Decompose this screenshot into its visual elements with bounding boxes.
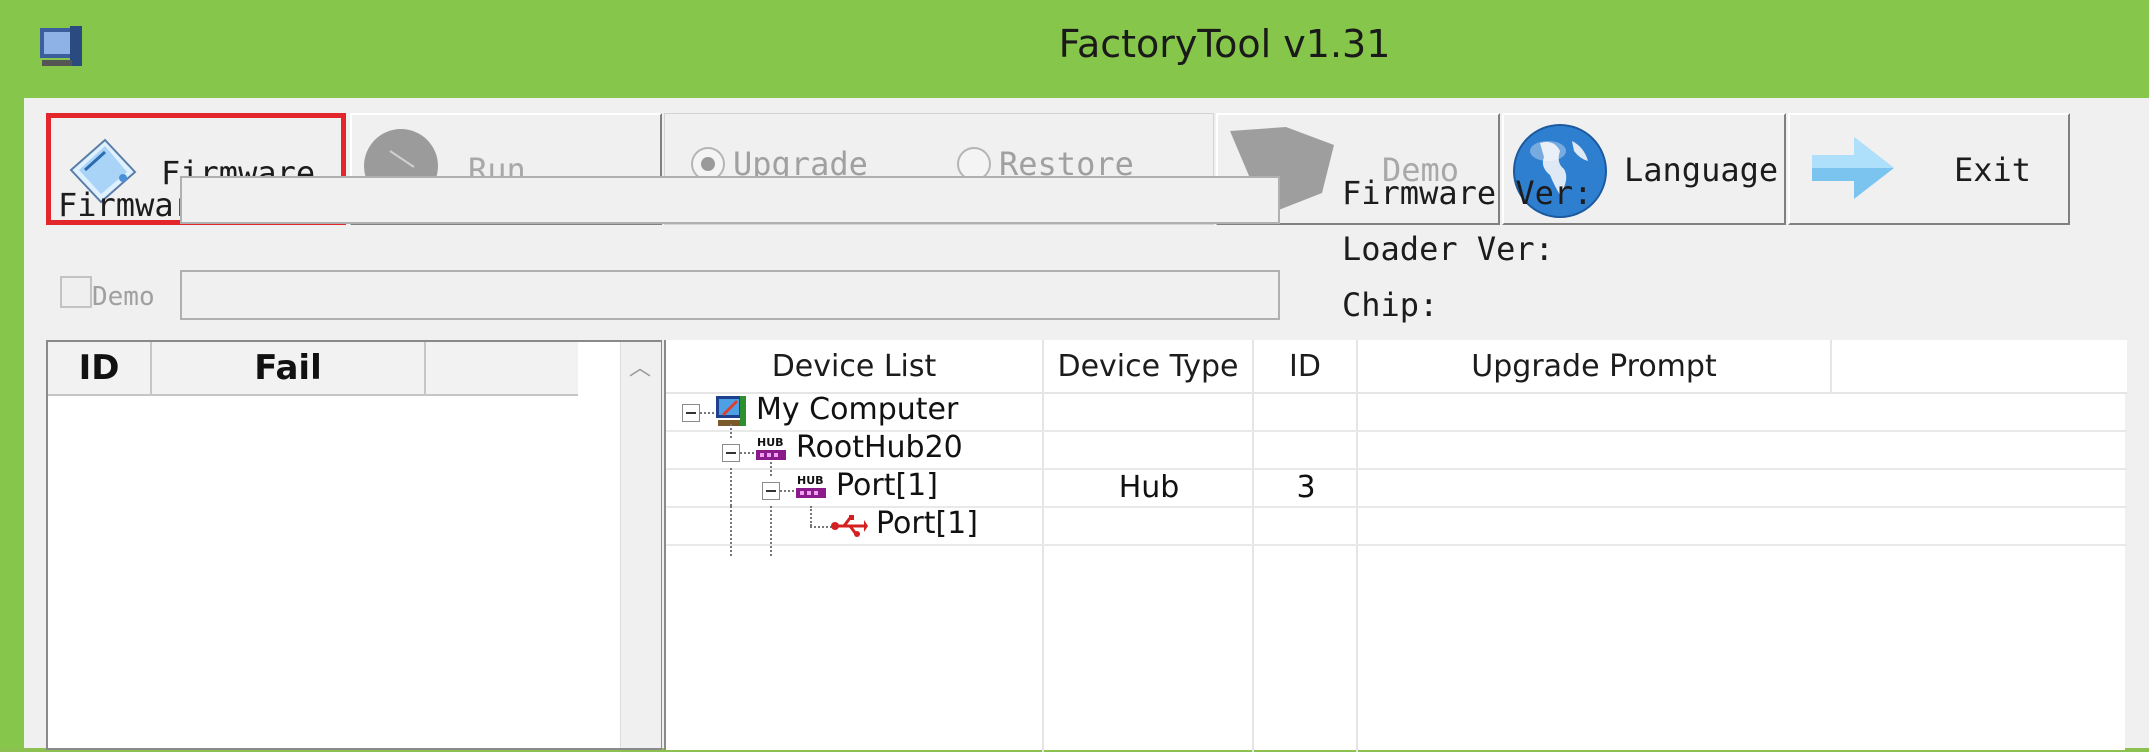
tree-connector bbox=[810, 506, 812, 526]
tree-connector bbox=[770, 462, 772, 476]
hub-icon: HUB bbox=[796, 474, 826, 498]
tree-connector bbox=[730, 468, 732, 506]
tree-connector bbox=[810, 526, 832, 528]
title-bar[interactable]: FactoryTool v1.31 bbox=[0, 0, 2149, 98]
fail-table-col-fail[interactable]: Fail bbox=[152, 342, 426, 394]
table-row[interactable]: HUB RootHub20 bbox=[666, 424, 2127, 470]
device-table-col-list[interactable]: Device List bbox=[666, 340, 1044, 392]
collapse-icon[interactable] bbox=[762, 482, 780, 500]
device-type: Hub bbox=[1118, 469, 1180, 505]
usb-icon bbox=[831, 515, 868, 537]
firmware-path-input[interactable] bbox=[180, 176, 1280, 224]
tree-connector bbox=[740, 452, 754, 454]
tree-connector bbox=[730, 424, 732, 438]
window-title: FactoryTool v1.31 bbox=[1058, 22, 1391, 66]
svg-text:HUB: HUB bbox=[757, 436, 784, 449]
device-table-header: Device List Device Type ID Upgrade Promp… bbox=[666, 340, 2127, 394]
hub-icon: HUB bbox=[756, 436, 786, 460]
app-window: FactoryTool v1.31 Firmware Run Upgrade R… bbox=[0, 0, 2149, 752]
chip-label: Chip: bbox=[1342, 286, 1439, 324]
collapse-icon[interactable] bbox=[682, 404, 700, 422]
exit-button[interactable]: Exit bbox=[1788, 113, 2070, 225]
device-id: 3 bbox=[1296, 469, 1316, 505]
firmware-path-label: Firmware bbox=[58, 186, 200, 224]
scroll-up-icon[interactable]: ︿ bbox=[629, 350, 651, 382]
device-table-col-type[interactable]: Device Type bbox=[1044, 340, 1254, 392]
device-name: RootHub20 bbox=[796, 430, 963, 465]
arrow-right-icon bbox=[1812, 137, 1894, 199]
table-row[interactable]: HUB Port[1] Hub 3 bbox=[666, 462, 2127, 508]
table-row[interactable]: My Computer bbox=[666, 392, 2127, 432]
language-button-label: Language bbox=[1624, 151, 1779, 189]
tree-connector bbox=[700, 412, 714, 414]
fail-table[interactable]: ID Fail ︿ bbox=[46, 340, 662, 750]
device-table[interactable]: Device List Device Type ID Upgrade Promp… bbox=[664, 340, 2127, 752]
loader-ver-label: Loader Ver: bbox=[1342, 230, 1554, 268]
demo-path-input[interactable] bbox=[180, 270, 1280, 320]
device-name: Port[1] bbox=[836, 468, 938, 503]
fail-table-header: ID Fail bbox=[48, 342, 578, 396]
exit-button-label: Exit bbox=[1954, 151, 2032, 189]
device-name: Port[1] bbox=[876, 506, 978, 541]
device-table-col-prompt[interactable]: Upgrade Prompt bbox=[1358, 340, 1832, 392]
fail-table-scrollbar[interactable]: ︿ bbox=[620, 342, 661, 748]
demo-checkbox-label: Demo bbox=[92, 282, 155, 312]
fail-table-col-id[interactable]: ID bbox=[48, 342, 152, 394]
device-table-col-id[interactable]: ID bbox=[1254, 340, 1358, 392]
tree-connector bbox=[780, 490, 794, 492]
collapse-icon[interactable] bbox=[722, 444, 740, 462]
table-row[interactable]: Port[1] bbox=[666, 506, 2127, 556]
tree-connector bbox=[770, 506, 772, 556]
tree-connector bbox=[730, 506, 732, 556]
firmware-ver-label: Firmware Ver: bbox=[1342, 174, 1593, 212]
demo-checkbox[interactable] bbox=[60, 276, 92, 308]
svg-text:HUB: HUB bbox=[797, 474, 824, 487]
device-name: My Computer bbox=[756, 392, 959, 427]
computer-icon bbox=[716, 396, 746, 426]
